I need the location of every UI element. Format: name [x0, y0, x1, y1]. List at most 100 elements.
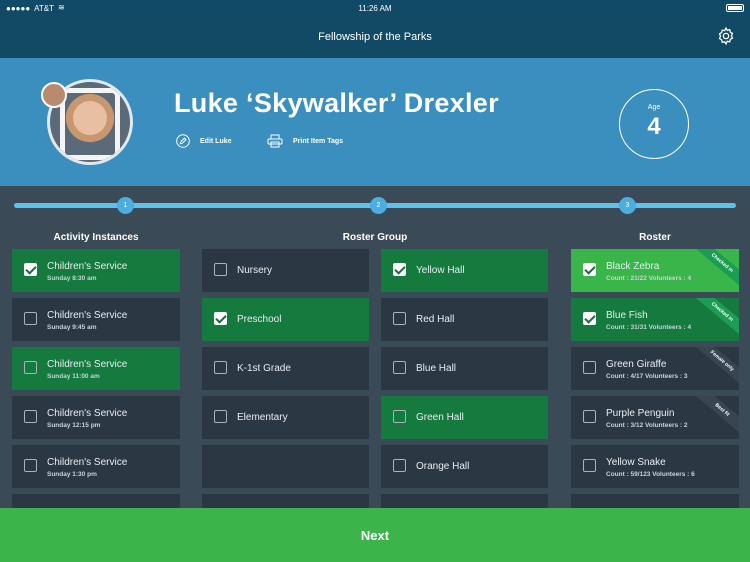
checkbox[interactable]: [583, 263, 596, 276]
roster-card[interactable]: Yellow Snake Count : 59/123 Volunteers :…: [571, 445, 739, 488]
roster-subgroup-title: Yellow Hall: [416, 265, 465, 276]
roster-title: Black Zebra: [606, 261, 660, 272]
print-tags-label: Print Item Tags: [293, 137, 344, 145]
step-indicator-1[interactable]: 1: [117, 197, 134, 214]
roster-group-card[interactable]: K-1st Grade: [202, 347, 369, 390]
roster-subgroup-title: Red Hall: [416, 314, 455, 325]
nav-title: Fellowship of the Parks: [318, 31, 432, 43]
checkbox[interactable]: [393, 459, 406, 472]
roster-card[interactable]: Purple Penguin Count : 3/12 Volunteers :…: [571, 396, 739, 439]
pencil-icon: [176, 134, 190, 148]
edit-child-label: Edit Luke: [200, 137, 232, 145]
roster-tag: Female only: [691, 347, 739, 389]
roster-group-column-title: Roster Group: [342, 232, 408, 243]
profile-header: Luke ‘Skywalker’ Drexler Edit Luke Print…: [0, 58, 750, 186]
checkbox[interactable]: [214, 263, 227, 276]
roster-column-title: Roster: [639, 232, 671, 243]
activity-instance-card[interactable]: Children's Service Sunday 9:45 am: [12, 298, 180, 341]
roster-subgroup-title: Orange Hall: [416, 461, 470, 472]
print-tags-button[interactable]: Print Item Tags: [267, 134, 343, 148]
roster-group-card-empty: [202, 445, 369, 488]
roster-card[interactable]: Blue Fish Count : 31/31 Volunteers : 4 C…: [571, 298, 739, 341]
checkbox[interactable]: [583, 410, 596, 423]
activity-instance-card[interactable]: Children's Service Sunday 11:00 am: [12, 347, 180, 390]
edit-child-button[interactable]: Edit Luke: [176, 134, 232, 148]
checkbox[interactable]: [393, 263, 406, 276]
carrier-label: AT&T: [34, 3, 55, 13]
activity-title: Children's Service: [47, 408, 128, 419]
checkbox[interactable]: [393, 361, 406, 374]
checkbox[interactable]: [214, 361, 227, 374]
roster-group-card[interactable]: Elementary: [202, 396, 369, 439]
age-value: 4: [647, 113, 661, 140]
checkbox[interactable]: [393, 410, 406, 423]
activity-title: Children's Service: [47, 457, 128, 468]
checkbox[interactable]: [583, 361, 596, 374]
roster-tag: Checked in: [691, 249, 739, 291]
roster-meta: Count : 21/22 Volunteers : 4: [606, 275, 692, 282]
step-indicator-2[interactable]: 2: [370, 197, 387, 214]
activity-time: Sunday 11:00 am: [47, 373, 100, 380]
checkbox[interactable]: [24, 410, 37, 423]
nav-bar: Fellowship of the Parks: [0, 16, 750, 58]
child-name: Luke ‘Skywalker’ Drexler: [174, 88, 499, 118]
checkbox[interactable]: [24, 312, 37, 325]
checkbox[interactable]: [583, 459, 596, 472]
roster-subgroup-card[interactable]: Orange Hall: [381, 445, 548, 488]
gear-icon[interactable]: [716, 26, 736, 46]
next-label: Next: [360, 527, 390, 543]
activity-time: Sunday 1:30 pm: [47, 471, 97, 478]
roster-title: Blue Fish: [606, 310, 648, 321]
roster-group-title: Nursery: [237, 265, 273, 276]
roster-subgroup-title: Blue Hall: [416, 363, 457, 374]
roster-subgroup-card[interactable]: Blue Hall: [381, 347, 548, 390]
activity-title: Children's Service: [47, 261, 128, 272]
checkbox[interactable]: [214, 410, 227, 423]
battery-icon: [726, 4, 744, 13]
roster-tag: Checked in: [691, 298, 739, 340]
step-indicator-3[interactable]: 3: [619, 197, 636, 214]
age-badge: Age 4: [619, 89, 689, 159]
checkbox[interactable]: [583, 312, 596, 325]
roster-group-title: K-1st Grade: [237, 363, 291, 374]
next-button[interactable]: Next: [0, 508, 750, 562]
activity-time: Sunday 9:45 am: [47, 324, 97, 331]
checkbox[interactable]: [24, 459, 37, 472]
status-time: 11:26 AM: [358, 3, 392, 13]
wifi-icon: ≋: [58, 3, 65, 12]
roster-meta: Count : 59/123 Volunteers : 6: [606, 471, 695, 478]
activity-time: Sunday 8:30 am: [47, 275, 97, 282]
roster-group-title: Elementary: [237, 412, 288, 423]
roster-subgroup-card[interactable]: Red Hall: [381, 298, 548, 341]
activity-title: Children's Service: [47, 310, 128, 321]
roster-meta: Count : 3/12 Volunteers : 2: [606, 422, 688, 429]
activity-title: Children's Service: [47, 359, 128, 370]
family-avatar[interactable]: [41, 82, 67, 108]
roster-title: Green Giraffe: [606, 359, 667, 370]
checkbox[interactable]: [214, 312, 227, 325]
activity-instance-card[interactable]: Children's Service Sunday 8:30 am: [12, 249, 180, 292]
activity-instance-card[interactable]: Children's Service Sunday 12:15 pm: [12, 396, 180, 439]
roster-meta: Count : 31/31 Volunteers : 4: [606, 324, 692, 331]
roster-subgroup-title: Green Hall: [416, 412, 464, 423]
roster-subgroup-card[interactable]: Yellow Hall: [381, 249, 548, 292]
roster-group-title: Preschool: [237, 314, 282, 325]
checkbox[interactable]: [393, 312, 406, 325]
signal-icon: ●●●●●: [6, 3, 31, 13]
roster-meta: Count : 4/17 Volunteers : 3: [606, 373, 688, 380]
activity-instance-card[interactable]: Children's Service Sunday 1:30 pm: [12, 445, 180, 488]
age-label: Age: [647, 104, 661, 111]
activity-column-title: Activity Instances: [53, 232, 139, 243]
status-bar: ●●●●● AT&T ≋ 11:26 AM: [0, 0, 750, 16]
checkbox[interactable]: [24, 361, 37, 374]
roster-title: Yellow Snake: [606, 457, 666, 468]
roster-card[interactable]: Black Zebra Count : 21/22 Volunteers : 4…: [571, 249, 739, 292]
roster-group-card[interactable]: Nursery: [202, 249, 369, 292]
roster-title: Purple Penguin: [606, 408, 675, 419]
roster-tag: Best fit: [691, 396, 739, 438]
roster-card[interactable]: Green Giraffe Count : 4/17 Volunteers : …: [571, 347, 739, 390]
checkbox[interactable]: [24, 263, 37, 276]
roster-group-card[interactable]: Preschool: [202, 298, 369, 341]
roster-subgroup-card[interactable]: Green Hall: [381, 396, 548, 439]
printer-icon: [267, 134, 283, 148]
